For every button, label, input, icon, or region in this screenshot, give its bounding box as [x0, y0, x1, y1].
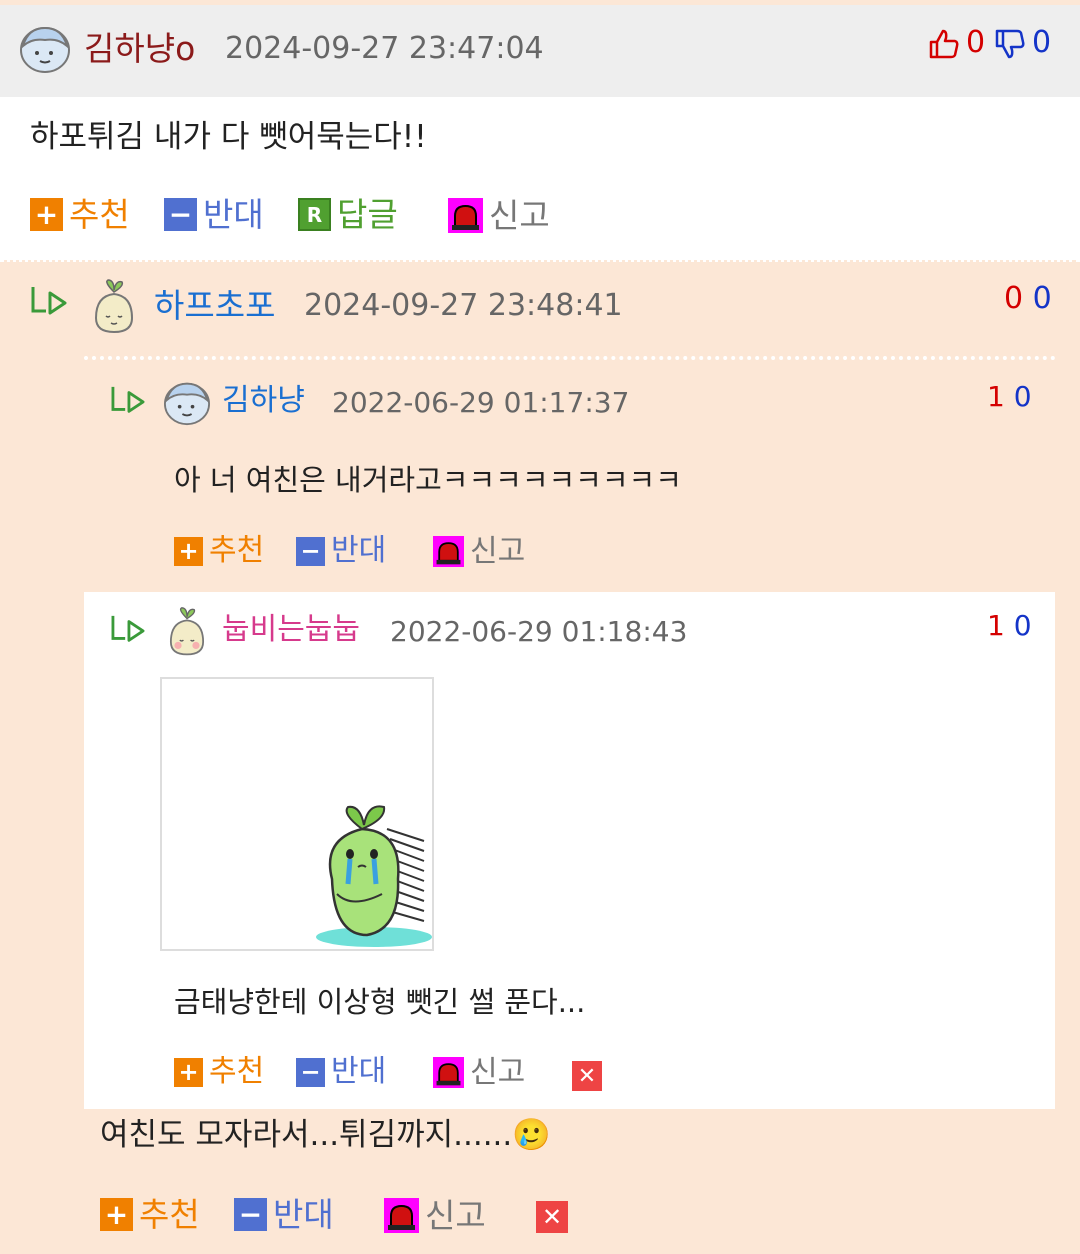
- comment-text-body: 여친도 모자라서...튀김까지......: [100, 1117, 513, 1153]
- oppose-label: 반대: [203, 195, 264, 234]
- reply-label: 답글: [337, 195, 398, 234]
- dislike-count: 0: [1013, 609, 1032, 642]
- recommend-button[interactable]: + 추천: [100, 1198, 200, 1231]
- delete-x-icon[interactable]: ✕: [536, 1201, 568, 1233]
- comment-text: 하포튀김 내가 다 뺏어묵는다!!: [30, 119, 427, 155]
- recommend-label: 추천: [139, 1195, 200, 1234]
- dislike-count: 0: [1032, 25, 1052, 60]
- report-label: 신고: [470, 1054, 526, 1090]
- comment-date: 2024-09-27 23:48:41: [304, 288, 623, 323]
- thumbs-down-icon[interactable]: [994, 28, 1026, 60]
- minus-icon: −: [296, 536, 325, 566]
- comment-date: 2022-06-29 01:17:37: [332, 386, 630, 419]
- comment-text: 아 너 여친은 내거라고ㅋㅋㅋㅋㅋㅋㅋㅋㅋ: [174, 463, 682, 497]
- avatar-sprout-icon[interactable]: [90, 278, 138, 336]
- comment-author[interactable]: 김하냥: [222, 386, 305, 416]
- avatar-boy-icon[interactable]: [162, 380, 212, 426]
- recommend-button[interactable]: + 추천: [174, 536, 264, 566]
- siren-icon: [448, 198, 483, 233]
- oppose-button[interactable]: − 반대: [296, 1057, 386, 1087]
- report-button[interactable]: 신고: [433, 536, 525, 567]
- minus-icon: −: [234, 1198, 267, 1231]
- vote-counts: 0 0: [1004, 284, 1052, 314]
- oppose-label: 반대: [273, 1195, 334, 1234]
- avatar-boy-icon[interactable]: [18, 24, 72, 74]
- siren-icon: [433, 1057, 464, 1088]
- siren-icon: [433, 536, 464, 567]
- recommend-label: 추천: [209, 533, 265, 568]
- delete-x-icon[interactable]: ✕: [572, 1061, 602, 1091]
- comment-date: 2022-06-29 01:18:43: [390, 615, 688, 648]
- reply-arrow-icon: [31, 287, 67, 315]
- thumbs-up-icon[interactable]: [928, 28, 960, 60]
- dislike-count: 0: [1032, 281, 1052, 316]
- reply-arrow-icon: [111, 615, 145, 642]
- report-label: 신고: [470, 533, 526, 569]
- oppose-label: 반대: [331, 533, 387, 568]
- avatar-sprout-icon[interactable]: [164, 606, 210, 658]
- recommend-label: 추천: [209, 1054, 265, 1089]
- plus-icon: +: [174, 536, 203, 566]
- comment-text: 여친도 모자라서...튀김까지......🥲: [100, 1120, 551, 1151]
- recommend-button[interactable]: + 추천: [30, 198, 130, 231]
- report-button[interactable]: 신고: [448, 198, 550, 233]
- siren-icon: [384, 1198, 419, 1233]
- reply-button[interactable]: R 답글: [298, 198, 398, 231]
- vote-counts: 1 0: [987, 612, 1032, 640]
- plus-icon: +: [100, 1198, 133, 1231]
- plus-icon: +: [30, 198, 63, 231]
- recommend-button[interactable]: + 추천: [174, 1057, 264, 1087]
- comment-date: 2024-09-27 23:47:04: [225, 31, 544, 66]
- crying-smile-emoji: 🥲: [512, 1117, 551, 1153]
- like-count: 1: [987, 609, 1005, 642]
- oppose-button[interactable]: − 반대: [296, 536, 386, 566]
- divider: [0, 259, 1080, 262]
- divider: [84, 356, 1056, 360]
- report-button[interactable]: 신고: [384, 1198, 486, 1233]
- reply-r-icon: R: [298, 198, 331, 231]
- comment-text: 금태냥한테 이상형 뺏긴 썰 푼다...: [174, 985, 586, 1019]
- oppose-button[interactable]: − 반대: [234, 1198, 334, 1231]
- oppose-button[interactable]: − 반대: [164, 198, 264, 231]
- minus-icon: −: [296, 1057, 325, 1087]
- comment-author[interactable]: 김하냥o: [84, 32, 195, 65]
- minus-icon: −: [164, 198, 197, 231]
- oppose-label: 반대: [331, 1054, 387, 1089]
- like-count: 1: [987, 380, 1005, 413]
- report-button[interactable]: 신고: [433, 1057, 525, 1088]
- like-count: 0: [1004, 281, 1024, 316]
- recommend-label: 추천: [69, 195, 130, 234]
- sticker-crying-sprout: [316, 805, 432, 947]
- sticker-image[interactable]: [160, 677, 434, 951]
- plus-icon: +: [174, 1057, 203, 1087]
- comment-author[interactable]: 눕비는눕눕: [222, 615, 360, 645]
- report-label: 신고: [425, 1196, 486, 1235]
- comment-author[interactable]: 하프초포: [154, 289, 275, 322]
- reply-arrow-icon: [111, 386, 145, 413]
- vote-counts: 1 0: [987, 383, 1032, 411]
- dislike-count: 0: [1013, 380, 1032, 413]
- like-count: 0: [966, 25, 986, 60]
- report-label: 신고: [489, 196, 550, 235]
